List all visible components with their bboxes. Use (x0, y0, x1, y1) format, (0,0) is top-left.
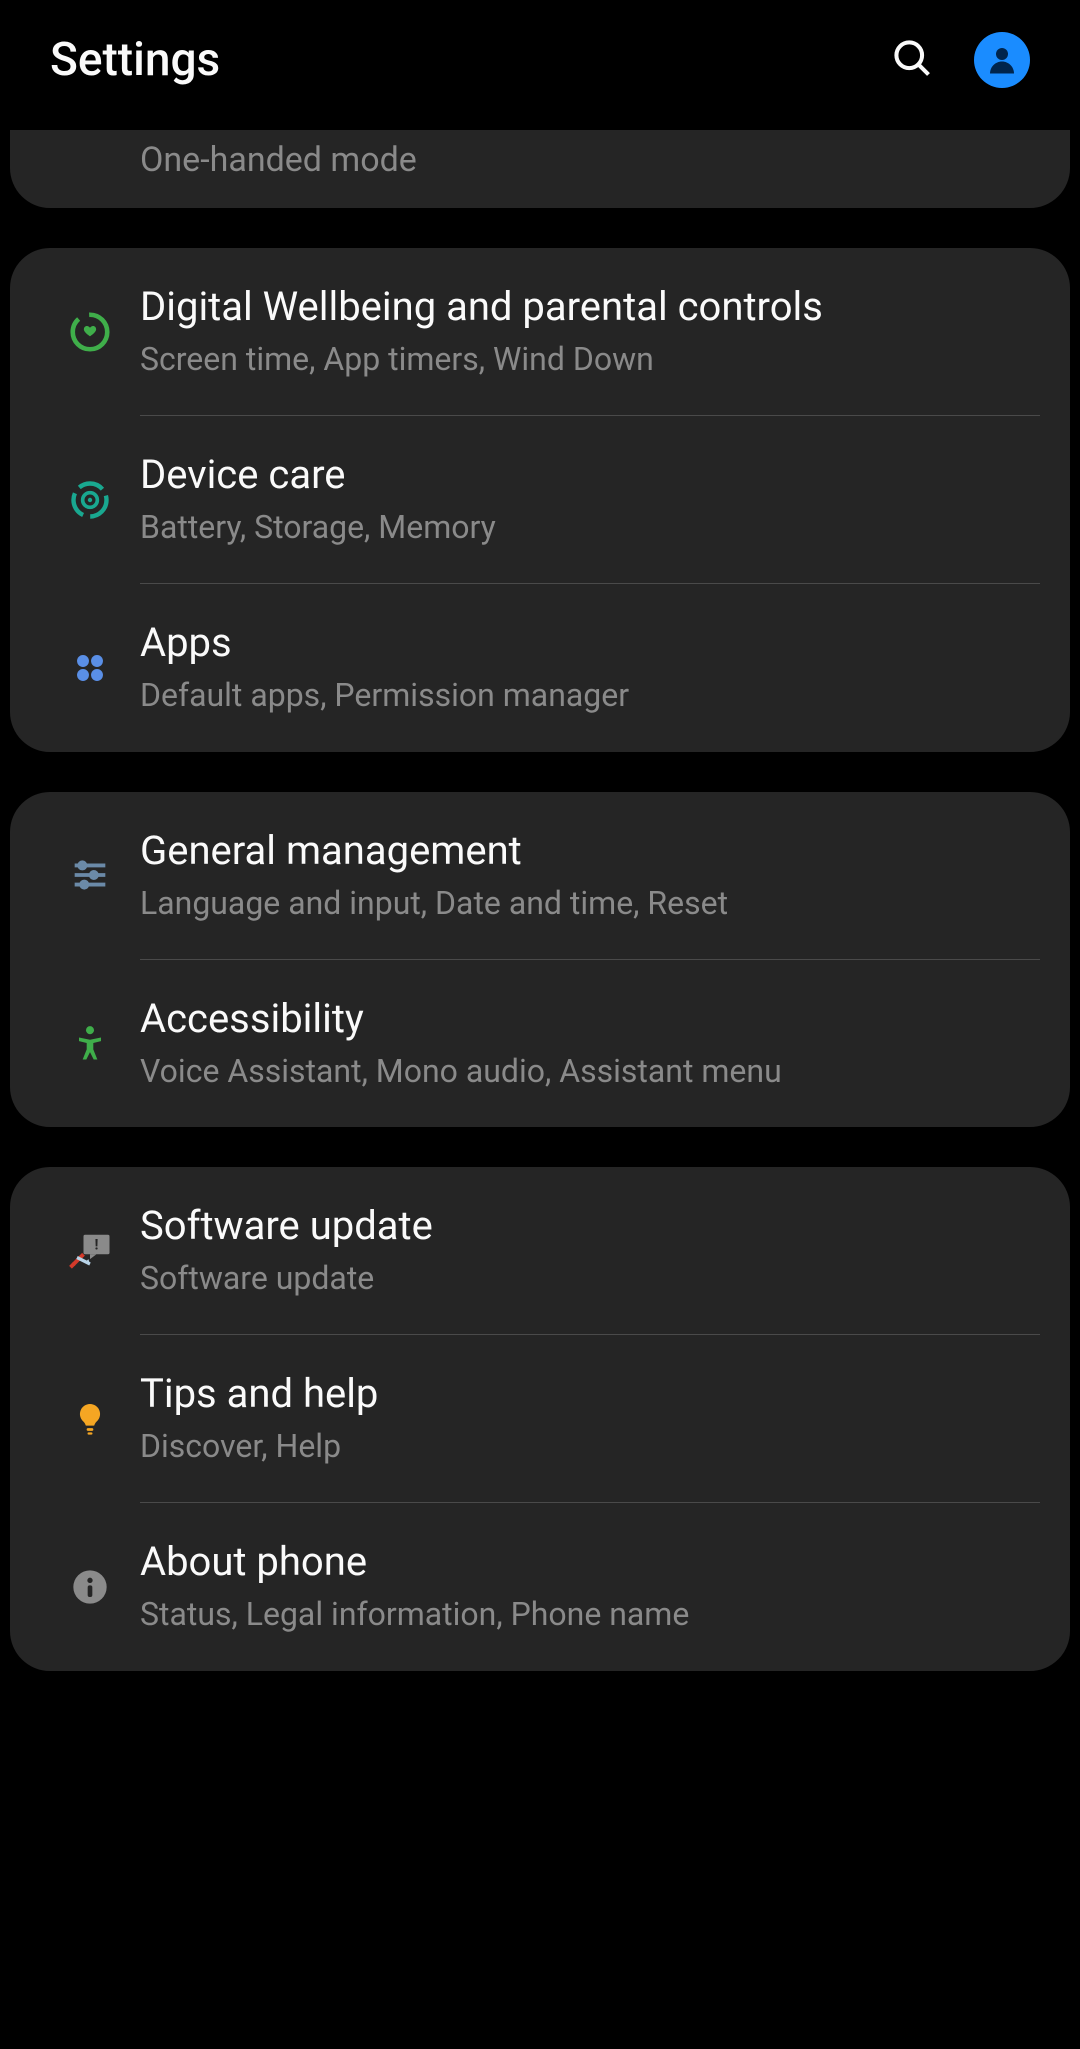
list-item-title: Accessibility (140, 994, 1020, 1044)
search-icon[interactable] (890, 36, 934, 84)
list-item-general-management[interactable]: General management Language and input, D… (10, 792, 1070, 959)
list-item-device-care[interactable]: Device care Battery, Storage, Memory (10, 416, 1070, 583)
list-item-title: Device care (140, 450, 1020, 500)
list-item-text: Tips and help Discover, Help (140, 1369, 1040, 1468)
list-item-text: Apps Default apps, Permission manager (140, 618, 1040, 717)
svg-text:!: ! (95, 1235, 99, 1253)
list-item-software-update[interactable]: ! Software update Software update (10, 1167, 1070, 1334)
device-care-icon (40, 478, 140, 522)
list-item-text: Device care Battery, Storage, Memory (140, 450, 1040, 549)
sliders-icon (40, 852, 140, 898)
list-item-text: Accessibility Voice Assistant, Mono audi… (140, 994, 1040, 1093)
lightbulb-icon (40, 1399, 140, 1439)
account-icon[interactable] (974, 32, 1030, 88)
wellbeing-icon (40, 309, 140, 355)
list-item-subtitle: Default apps, Permission manager (140, 674, 1020, 717)
list-item-apps[interactable]: Apps Default apps, Permission manager (10, 584, 1070, 751)
list-item-subtitle: Status, Legal information, Phone name (140, 1593, 1020, 1636)
list-item-wellbeing[interactable]: Digital Wellbeing and parental controls … (10, 248, 1070, 415)
list-item-title: Digital Wellbeing and parental controls (140, 282, 1020, 332)
page-title: Settings (50, 33, 890, 87)
list-item-title: Apps (140, 618, 1020, 668)
info-icon (40, 1567, 140, 1607)
apps-icon (40, 647, 140, 689)
list-item-about-phone[interactable]: About phone Status, Legal information, P… (10, 1503, 1070, 1670)
list-item-subtitle: Discover, Help (140, 1425, 1020, 1468)
list-item-text: About phone Status, Legal information, P… (140, 1537, 1040, 1636)
software-update-icon: ! (40, 1225, 140, 1277)
list-item-subtitle: One-handed mode (140, 140, 417, 180)
list-item-title: Tips and help (140, 1369, 1020, 1419)
list-item-text: General management Language and input, D… (140, 826, 1040, 925)
settings-card: ! Software update Software update Tips a… (10, 1167, 1070, 1671)
header-actions (890, 32, 1030, 88)
list-item-tips-help[interactable]: Tips and help Discover, Help (10, 1335, 1070, 1502)
list-item-subtitle: Battery, Storage, Memory (140, 506, 1020, 549)
list-item-accessibility[interactable]: Accessibility Voice Assistant, Mono audi… (10, 960, 1070, 1127)
list-item-title: About phone (140, 1537, 1020, 1587)
settings-card-partial: One-handed mode (10, 130, 1070, 208)
list-item-text: Digital Wellbeing and parental controls … (140, 282, 1040, 381)
list-item-subtitle: Voice Assistant, Mono audio, Assistant m… (140, 1050, 1020, 1093)
list-item-subtitle: Screen time, App timers, Wind Down (140, 338, 1020, 381)
list-item-title: General management (140, 826, 1020, 876)
list-item-text: Software update Software update (140, 1201, 1040, 1300)
settings-card: General management Language and input, D… (10, 792, 1070, 1127)
list-item-title: Software update (140, 1201, 1020, 1251)
list-item-subtitle: Software update (140, 1257, 1020, 1300)
list-item-subtitle: Language and input, Date and time, Reset (140, 882, 1020, 925)
app-header: Settings (0, 0, 1080, 120)
list-item-partial[interactable]: One-handed mode (10, 130, 1070, 208)
settings-card: Digital Wellbeing and parental controls … (10, 248, 1070, 752)
accessibility-icon (40, 1021, 140, 1065)
